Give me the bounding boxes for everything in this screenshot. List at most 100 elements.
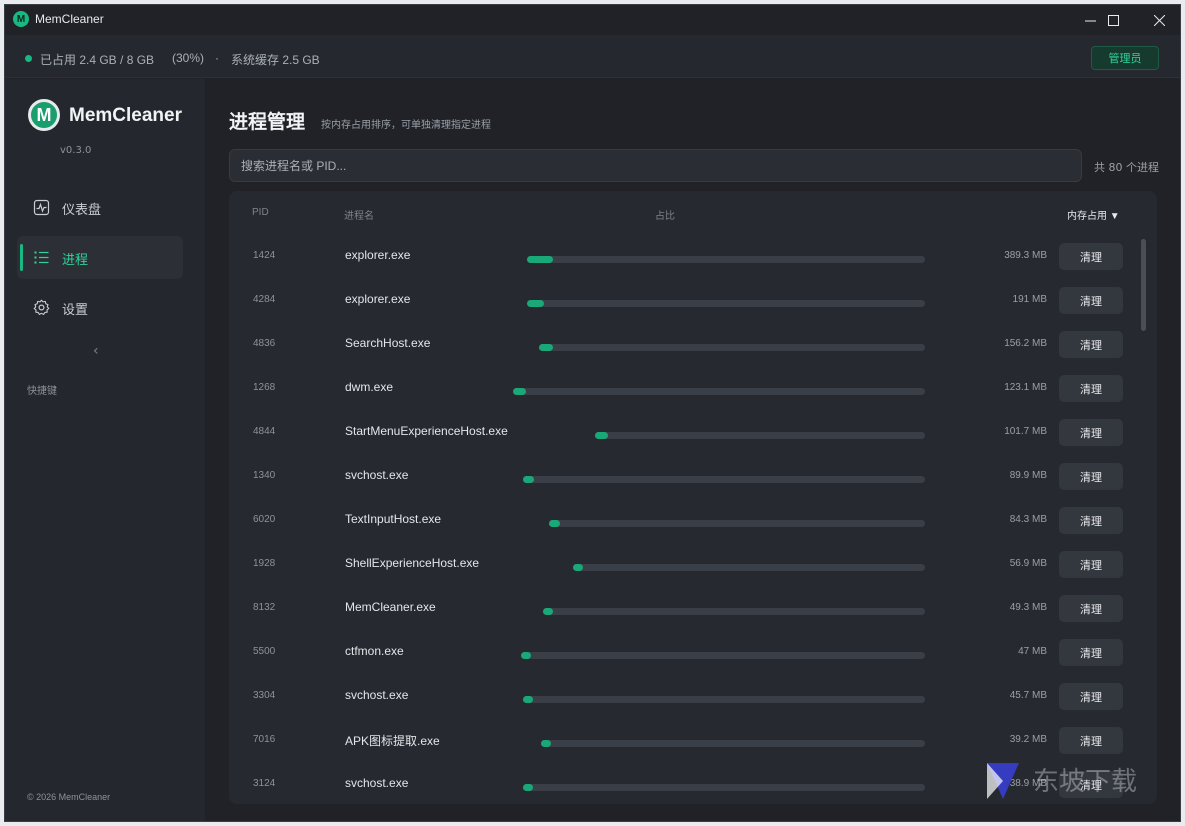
clean-process-button[interactable]: 清理 [1059,287,1123,314]
clean-process-button[interactable]: 清理 [1059,419,1123,446]
memory-ratio-bar [541,740,925,747]
clean-process-button[interactable]: 清理 [1059,551,1123,578]
clean-process-button[interactable]: 清理 [1059,331,1123,358]
memory-ratio-fill [541,740,551,747]
nav-label-processes: 进程 [62,253,89,268]
clean-process-button[interactable]: 清理 [1059,727,1123,754]
cell-memory: 47 MB [1018,646,1047,657]
cell-pid: 4836 [253,338,276,349]
cell-process-name: explorer.exe [345,248,411,262]
table-row: 4284 explorer.exe 191 MB 清理 [229,279,1157,323]
cell-pid: 8132 [253,602,276,613]
process-search-input[interactable] [229,149,1082,182]
memory-ratio-bar [523,696,925,703]
table-row: 7016 APK图标提取.exe 39.2 MB 清理 [229,719,1157,763]
cell-memory: 101.7 MB [1004,426,1047,437]
maximize-icon [1107,14,1119,26]
memory-ratio-fill [523,696,533,703]
cell-memory: 56.9 MB [1009,558,1047,569]
table-row: 4836 SearchHost.exe 156.2 MB 清理 [229,323,1157,367]
memory-ratio-fill [523,784,533,791]
brand-name: MemCleaner [69,105,182,126]
table-row: 4844 StartMenuExperienceHost.exe 101.7 MB 清… [229,411,1157,455]
nav-item-settings[interactable]: 设置 [17,286,183,329]
table-row: 1340 svchost.exe 89.9 MB 清理 [229,455,1157,499]
cell-memory: 84.3 MB [1009,514,1047,525]
cell-process-name: SearchHost.exe [345,336,431,350]
nav-item-dashboard[interactable]: 仪表盘 [17,186,183,229]
cell-process-name: TextInputHost.exe [345,512,442,526]
memory-ratio-bar [521,652,925,659]
page-title: 进程管理 [229,111,306,133]
memory-ratio-fill [595,432,608,439]
memory-ratio-fill [539,344,553,351]
cell-pid: 6020 [253,514,276,525]
column-header-pid[interactable]: PID [252,207,269,218]
memory-ratio-bar [523,476,925,483]
cell-memory: 89.9 MB [1009,470,1047,481]
memory-used-text: 已占用 2.4 GB / 8 GB [40,53,155,67]
cell-pid: 4844 [253,426,276,437]
table-row: 3304 svchost.exe 45.7 MB 清理 [229,675,1157,719]
cell-process-name: ctfmon.exe [345,644,404,658]
memory-ratio-bar [513,388,925,395]
table-scrollbar[interactable] [1141,239,1146,331]
clean-process-button[interactable]: 清理 [1059,243,1123,270]
maximize-button[interactable] [1090,5,1136,35]
clean-process-button[interactable]: 清理 [1059,375,1123,402]
page-subtitle: 按内存占用排序，可单独清理指定进程 [321,120,491,131]
memory-ratio-bar [549,520,925,527]
brand-logo-icon: M [28,99,60,131]
column-header-ratio[interactable]: 占比 [655,207,675,222]
cell-process-name: MemCleaner.exe [345,600,436,614]
clean-process-button[interactable]: 清理 [1059,683,1123,710]
table-row: 1268 dwm.exe 123.1 MB 清理 [229,367,1157,411]
cell-pid: 1268 [253,382,276,393]
window-title: MemCleaner [35,12,104,26]
cell-memory: 156.2 MB [1004,338,1047,349]
cell-process-name: APK图标提取.exe [345,734,440,748]
status-separator: · [215,51,219,65]
memory-ratio-bar [527,300,925,307]
memory-ratio-fill [527,300,544,307]
nav-item-processes[interactable]: 进程 [17,236,183,279]
table-row: 8132 MemCleaner.exe 49.3 MB 清理 [229,587,1157,631]
memory-ratio-fill [523,476,534,483]
memory-percent-text: (30%) [172,51,205,65]
cell-pid: 4284 [253,294,276,305]
clean-process-button[interactable]: 清理 [1059,639,1123,666]
title-bar: M MemCleaner [5,5,1180,35]
cell-process-name: ShellExperienceHost.exe [345,556,480,570]
cell-process-name: dwm.exe [345,380,394,394]
memory-ratio-bar [527,256,925,263]
main-content: 进程管理 按内存占用排序，可单独清理指定进程 共 80 个进程 PID 进程名 … [205,79,1180,821]
table-row: 1424 explorer.exe 389.3 MB 清理 [229,235,1157,279]
memory-ratio-bar [543,608,925,615]
cell-memory: 191 MB [1012,294,1047,305]
close-button[interactable] [1136,5,1180,35]
table-row: 1928 ShellExperienceHost.exe 56.9 MB 清理 [229,543,1157,587]
memory-ratio-fill [573,564,583,571]
watermark-logo: 东坡下载 [987,763,1137,799]
cell-process-name: explorer.exe [345,292,411,306]
cell-pid: 3124 [253,778,276,789]
column-header-name[interactable]: 进程名 [344,207,374,222]
memory-ratio-bar [523,784,925,791]
process-table: PID 进程名 占比 内存占用 ▼ 1424 explorer.exe 389.3 … [229,191,1157,804]
app-logo-icon: M [13,11,29,27]
clean-process-button[interactable]: 清理 [1059,507,1123,534]
list-icon [34,251,49,264]
chart-pulse-icon [33,199,50,216]
clean-process-button[interactable]: 清理 [1059,463,1123,490]
nav-label-settings: 设置 [62,303,89,318]
cell-memory: 45.7 MB [1009,690,1047,701]
collapse-sidebar-button[interactable]: ‹ [93,343,99,359]
column-header-memory[interactable]: 内存占用 ▼ [1067,207,1120,222]
clean-process-button[interactable]: 清理 [1059,595,1123,622]
cell-pid: 1424 [253,250,276,261]
memory-ratio-fill [521,652,531,659]
cell-memory: 389.3 MB [1004,250,1047,261]
admin-badge: 管理员 [1091,46,1159,70]
cell-process-name: svchost.exe [345,688,409,702]
status-indicator-dot [25,55,32,62]
